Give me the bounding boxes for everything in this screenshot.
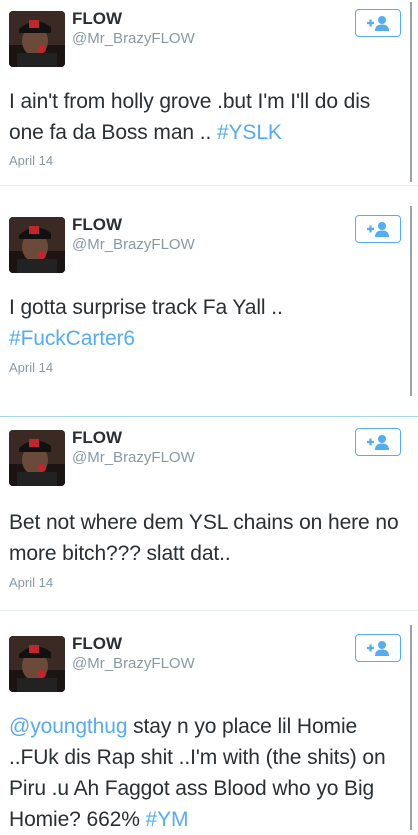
avatar[interactable] (9, 11, 65, 67)
add-user-icon (367, 641, 389, 656)
display-name[interactable]: FLOW (72, 428, 122, 448)
tweet-text: I ain't from holly grove .but I'm I'll d… (9, 86, 406, 148)
scrollbar[interactable] (410, 206, 412, 396)
display-name[interactable]: FLOW (72, 9, 122, 29)
tweet-text-body: I ain't from holly grove .but I'm I'll d… (9, 90, 371, 144)
avatar[interactable] (9, 636, 65, 692)
divider (0, 185, 418, 186)
divider (0, 610, 418, 611)
tweet-card[interactable]: FLOW @Mr_BrazyFLOW I gotta surprise trac… (0, 206, 418, 396)
add-user-icon (367, 435, 389, 450)
hashtag-link[interactable]: #YM (146, 808, 189, 831)
username[interactable]: @Mr_BrazyFLOW (72, 655, 195, 672)
follow-button[interactable] (355, 634, 401, 662)
username[interactable]: @Mr_BrazyFLOW (72, 236, 195, 253)
follow-button[interactable] (355, 9, 401, 37)
hashtag-link[interactable]: #FuckCarter6 (9, 327, 135, 350)
tweet-text: @youngthug stay n yo place lil Homie ..F… (9, 711, 402, 835)
scrollbar[interactable] (410, 625, 412, 830)
add-user-icon (367, 222, 389, 237)
hashtag-link[interactable]: #YSLK (217, 121, 282, 144)
add-user-icon (367, 16, 389, 31)
follow-button[interactable] (355, 428, 401, 456)
tweet-text: I gotta surprise track Fa Yall .. #FuckC… (9, 292, 406, 354)
mention-link[interactable]: @youngthug (9, 715, 128, 738)
username[interactable]: @Mr_BrazyFLOW (72, 449, 195, 466)
scrollbar[interactable] (410, 2, 412, 182)
tweet-card[interactable]: FLOW @Mr_BrazyFLOW Bet not where dem YSL… (0, 419, 418, 609)
tweet-text-body: I gotta surprise track Fa Yall .. (9, 296, 283, 319)
display-name[interactable]: FLOW (72, 634, 122, 654)
tweet-date[interactable]: April 14 (9, 153, 53, 168)
avatar[interactable] (9, 217, 65, 273)
display-name[interactable]: FLOW (72, 215, 122, 235)
avatar[interactable] (9, 430, 65, 486)
tweet-text: Bet not where dem YSL chains on here no … (9, 511, 399, 565)
username[interactable]: @Mr_BrazyFLOW (72, 30, 195, 47)
tweet-card[interactable]: FLOW @Mr_BrazyFLOW I ain't from holly gr… (0, 0, 418, 185)
divider (0, 416, 418, 417)
tweet-card[interactable]: FLOW @Mr_BrazyFLOW @youngthug stay n yo … (0, 625, 418, 831)
tweet-date[interactable]: April 14 (9, 360, 53, 375)
tweet-date[interactable]: April 14 (9, 575, 53, 590)
follow-button[interactable] (355, 215, 401, 243)
